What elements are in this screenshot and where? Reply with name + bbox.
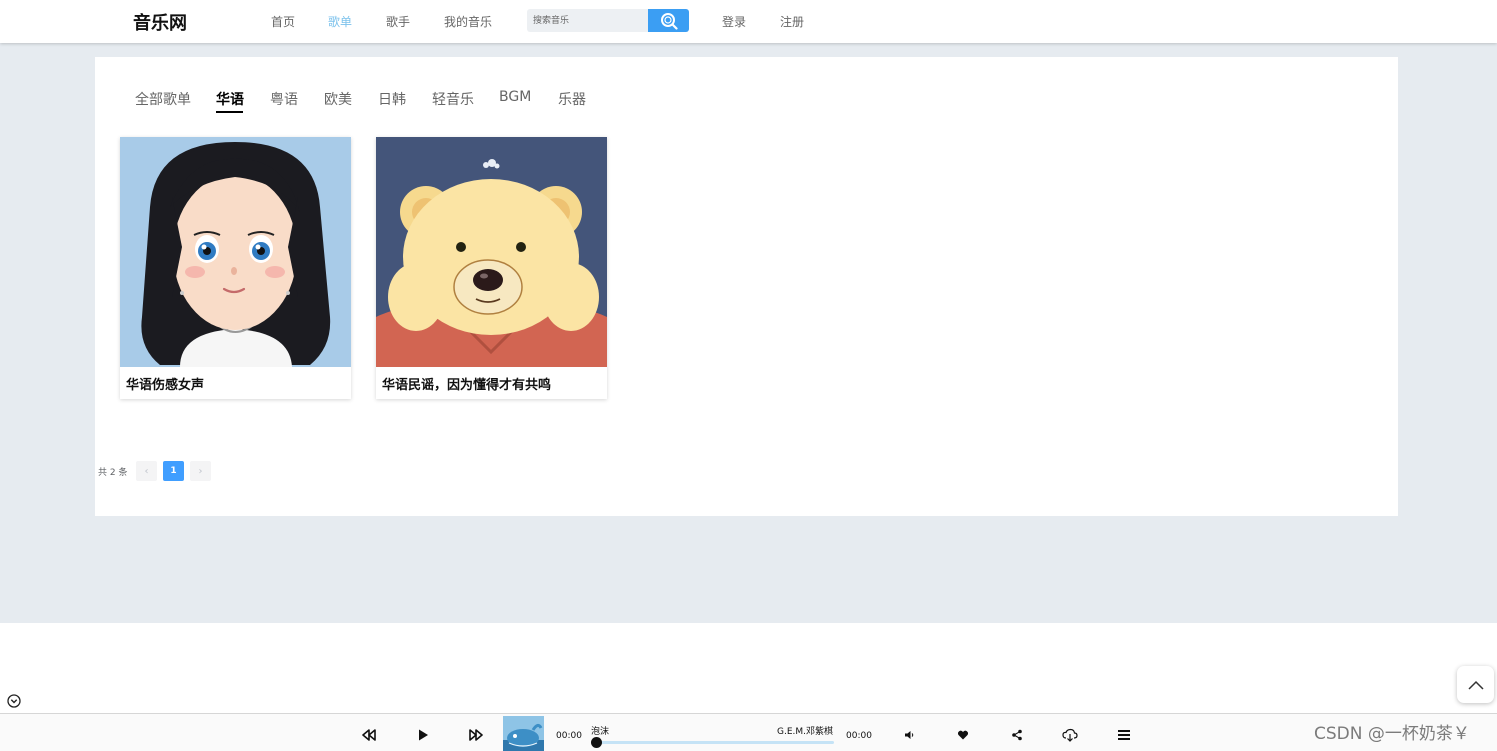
playlist-menu-button[interactable]: [1116, 727, 1132, 743]
tab-bgm[interactable]: BGM: [499, 89, 531, 105]
play-button[interactable]: [415, 727, 431, 743]
song-title: 泡沫: [591, 727, 610, 737]
tab-all-playlists[interactable]: 全部歌单: [135, 89, 191, 109]
playlist-cover-bear[interactable]: [376, 137, 607, 367]
playlist-cover-girl[interactable]: [120, 137, 351, 367]
play-icon: [419, 729, 428, 741]
like-button[interactable]: [955, 727, 971, 743]
next-icon: [469, 729, 483, 741]
nav-singers[interactable]: 歌手: [386, 13, 410, 30]
volume-icon: [905, 731, 914, 739]
pagination-prev-button[interactable]: ‹: [136, 461, 157, 481]
site-logo[interactable]: 音乐网: [133, 9, 187, 35]
back-to-top-button[interactable]: [1457, 666, 1494, 703]
progress-knob[interactable]: [591, 737, 602, 748]
pagination-total: 共 2 条: [98, 468, 128, 478]
playlist-title[interactable]: 华语伤感女声: [126, 374, 204, 393]
nav-my-music[interactable]: 我的音乐: [444, 13, 492, 30]
share-button[interactable]: [1009, 727, 1025, 743]
pagination-next-button[interactable]: ›: [190, 461, 211, 481]
watermark: CSDN @一杯奶茶￥: [1314, 724, 1470, 744]
chevron-down-circle-icon[interactable]: [7, 694, 21, 708]
tab-chinese[interactable]: 华语: [216, 89, 244, 109]
nav-home[interactable]: 首页: [271, 13, 295, 30]
tab-light-music[interactable]: 轻音乐: [432, 89, 474, 109]
pagination-page-1[interactable]: 1: [163, 461, 184, 481]
volume-button[interactable]: [901, 727, 917, 743]
prev-track-button[interactable]: [361, 727, 377, 743]
current-time: 00:00: [556, 731, 582, 741]
playlist-card[interactable]: 华语伤感女声: [120, 137, 351, 399]
next-track-button[interactable]: [468, 727, 484, 743]
tab-japanese-korean[interactable]: 日韩: [378, 89, 406, 109]
download-button[interactable]: [1062, 727, 1078, 743]
music-player-bar: 00:00 泡沫 G.E.M.邓紫棋 00:00: [0, 713, 1497, 751]
chevron-up-icon: [1467, 680, 1484, 690]
prev-icon: [362, 729, 376, 741]
tab-instruments[interactable]: 乐器: [558, 89, 586, 109]
share-icon: [1012, 729, 1022, 741]
progress-bar[interactable]: [595, 741, 834, 744]
login-link[interactable]: 登录: [722, 13, 746, 30]
heart-icon: [957, 730, 969, 740]
search-icon: [660, 12, 678, 30]
register-link[interactable]: 注册: [780, 13, 804, 30]
search-button[interactable]: [648, 9, 689, 32]
download-icon: [1062, 728, 1078, 742]
top-navbar: 音乐网 首页 歌单 歌手 我的音乐 登录 注册: [0, 0, 1497, 43]
search-input[interactable]: [527, 9, 649, 32]
playlist-card[interactable]: 华语民谣，因为懂得才有共鸣: [376, 137, 607, 399]
tab-western[interactable]: 欧美: [324, 89, 352, 109]
album-thumbnail[interactable]: [503, 716, 544, 751]
playlist-title[interactable]: 华语民谣，因为懂得才有共鸣: [382, 374, 551, 393]
nav-playlists[interactable]: 歌单: [328, 13, 352, 30]
artist-name: G.E.M.邓紫棋: [777, 727, 834, 737]
active-tab-indicator: [216, 111, 243, 113]
playlist-menu-icon: [1118, 730, 1130, 740]
chevron-left-icon: ‹: [144, 465, 149, 477]
tab-cantonese[interactable]: 粤语: [270, 89, 298, 109]
chevron-right-icon: ›: [198, 465, 203, 477]
total-time: 00:00: [846, 731, 872, 741]
